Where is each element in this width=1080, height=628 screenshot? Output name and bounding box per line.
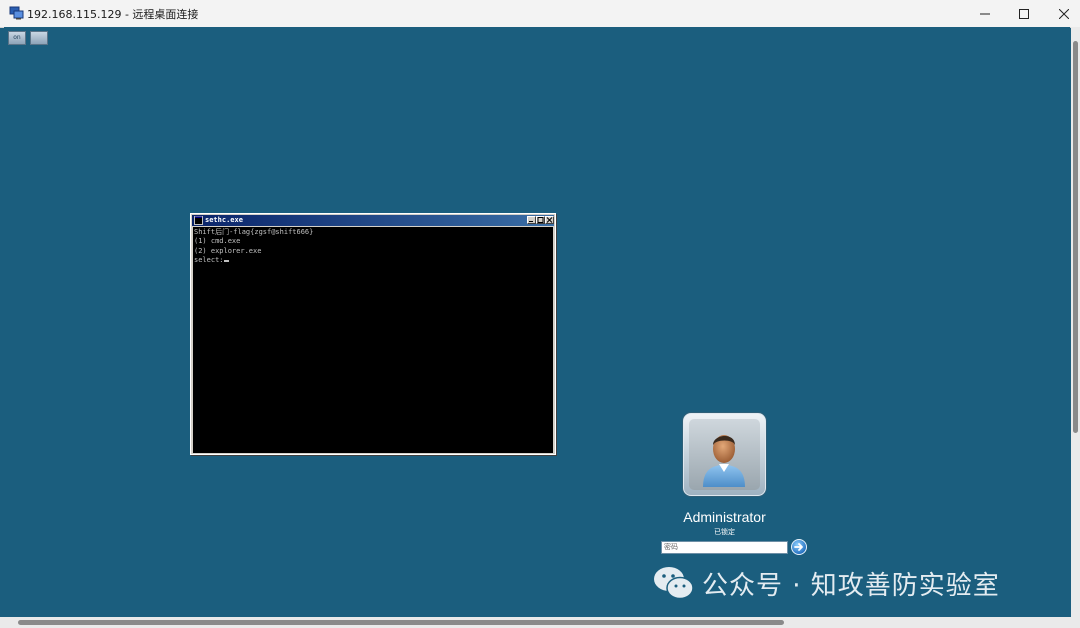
console-close-button[interactable]	[545, 216, 554, 224]
password-field[interactable]: 密码	[661, 541, 788, 554]
console-line-flag: Shift后门-flag{zgsf@shift666}	[194, 228, 314, 236]
horizontal-scrollbar[interactable]	[0, 617, 1080, 628]
maximize-button[interactable]	[1004, 0, 1044, 27]
maximize-icon	[537, 217, 544, 223]
wechat-icon	[654, 567, 694, 600]
watermark-text: 公众号 · 知攻善防实验室	[702, 570, 1000, 601]
console-app-icon	[194, 216, 203, 225]
console-prompt-label: select:	[194, 256, 224, 265]
remote-desktop-icon	[9, 6, 24, 20]
minimize-icon	[980, 13, 990, 14]
rdp-bar-button[interactable]	[30, 31, 48, 45]
console-titlebar[interactable]: sethc.exe	[192, 215, 554, 226]
submit-arrow-icon[interactable]	[791, 539, 807, 555]
console-maximize-button[interactable]	[536, 216, 545, 224]
console-output[interactable]: Shift后门-flag{zgsf@shift666} (1) cmd.exe …	[193, 227, 553, 453]
close-button[interactable]	[1044, 0, 1080, 27]
console-line-option-2: (2) explorer.exe	[194, 246, 262, 255]
user-avatar-tile[interactable]	[683, 413, 766, 496]
close-icon	[1059, 8, 1069, 19]
vertical-scroll-thumb[interactable]	[1073, 41, 1078, 433]
close-icon	[546, 217, 553, 223]
minimize-button[interactable]	[965, 0, 1005, 27]
rdp-pin-button[interactable]: on	[8, 31, 26, 45]
console-line-option-1: (1) cmd.exe	[194, 237, 241, 246]
vertical-scrollbar[interactable]	[1071, 27, 1080, 617]
user-silhouette-icon	[703, 435, 745, 487]
console-minimize-button[interactable]	[527, 216, 536, 224]
watermark: 公众号 · 知攻善防实验室	[646, 557, 1054, 609]
console-cursor	[223, 260, 229, 263]
window-titlebar: 192.168.115.129 - 远程桌面连接	[0, 0, 1080, 28]
console-title: sethc.exe	[205, 216, 243, 224]
console-prompt[interactable]: select:	[194, 256, 552, 265]
horizontal-scroll-thumb[interactable]	[18, 620, 784, 625]
window-title: 192.168.115.129 - 远程桌面连接	[27, 8, 199, 21]
lock-status-label: 已锁定	[714, 528, 735, 536]
minimize-icon	[529, 221, 533, 222]
console-window[interactable]: sethc.exe Shift后门-flag{zgsf@shift666} (1…	[190, 213, 556, 455]
avatar	[689, 419, 760, 490]
maximize-icon	[1019, 8, 1029, 19]
username-label: Administrator	[683, 509, 766, 525]
